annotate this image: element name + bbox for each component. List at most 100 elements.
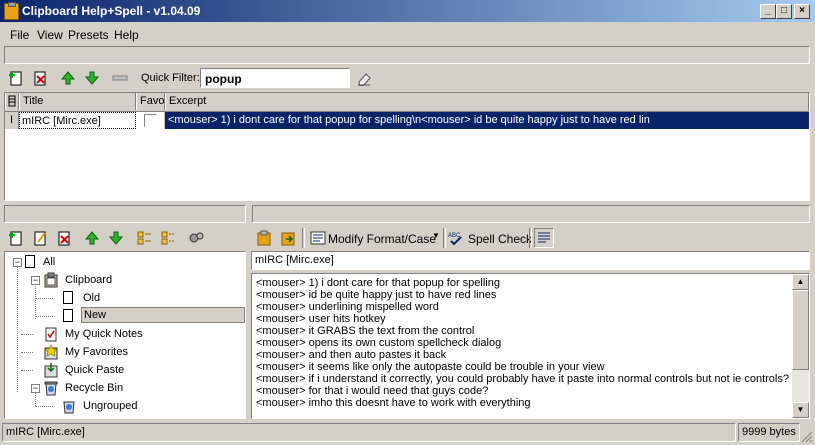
folder-down-icon[interactable] <box>108 230 124 246</box>
quick-filter-label: Quick Filter: <box>141 72 200 84</box>
left-info-strip <box>4 205 246 223</box>
expand-recycle-toggle[interactable]: − <box>31 384 40 393</box>
tree-label-all: All <box>43 256 56 268</box>
quick-filter-value: popup <box>205 72 242 86</box>
quick-filter-input[interactable]: popup <box>200 68 350 88</box>
status-pane-left: mIRC [Mirc.exe] <box>2 423 736 442</box>
spell-check-icon: ABC <box>448 233 462 246</box>
top-info-strip <box>4 46 810 64</box>
folder-tree: − All − Clipboard Old New My Quick Notes… <box>4 251 246 419</box>
clip-text-editor[interactable]: <mouser> 1) i dont care for that popup f… <box>251 273 810 419</box>
menu-help[interactable]: Help <box>114 28 139 42</box>
text-line: <mouser> it seems like only the autopast… <box>256 361 605 373</box>
page-icon <box>63 291 73 304</box>
column-header-favo[interactable]: Favo <box>136 93 165 110</box>
tree-label-clipboard: Clipboard <box>65 274 113 286</box>
tree-label-ungrouped: Ungrouped <box>83 400 138 412</box>
vertical-scrollbar[interactable]: ▲ ▼ <box>792 274 809 418</box>
text-line: <mouser> underlining mispelled word <box>256 301 439 313</box>
clip-title-input[interactable]: mIRC [Mirc.exe] <box>251 251 810 270</box>
scroll-up-arrow-icon[interactable]: ▲ <box>792 274 809 290</box>
top-toolbar: Quick Filter: popup <box>4 66 810 90</box>
dropdown-arrow-icon: ▼ <box>432 231 440 240</box>
quick-paste-icon <box>44 363 58 378</box>
spell-check-button[interactable]: ABC Spell Check <box>446 228 532 248</box>
menu-view[interactable]: View <box>37 28 63 42</box>
notes-icon <box>45 327 57 342</box>
eraser-icon[interactable] <box>356 70 372 86</box>
scroll-thumb[interactable] <box>792 290 809 370</box>
tree-toolbar <box>4 226 246 250</box>
row-title-cell: mIRC [Mirc.exe] <box>19 112 136 129</box>
row-favo-cell <box>136 112 165 129</box>
favorite-checkbox[interactable] <box>144 114 157 127</box>
clipboard-icon <box>44 272 58 288</box>
grid-header: Title Favo Excerpt <box>5 93 809 112</box>
column-header-title[interactable]: Title <box>19 93 136 110</box>
menu-file[interactable]: File <box>10 28 29 42</box>
folder-up-icon[interactable] <box>84 230 100 246</box>
expand-all-toggle[interactable]: − <box>13 258 22 267</box>
tree-label-new: New <box>81 307 245 323</box>
separator-icon[interactable] <box>112 70 128 86</box>
tree-item-new[interactable]: New <box>61 307 245 324</box>
text-line: <mouser> 1) i dont care for that popup f… <box>256 277 500 289</box>
clips-grid: Title Favo Excerpt I mIRC [Mirc.exe] <mo… <box>4 92 810 201</box>
text-line: <mouser> opens its own custom spellcheck… <box>256 337 502 349</box>
right-info-strip <box>252 205 810 223</box>
new-clip-icon[interactable] <box>8 70 24 86</box>
move-up-icon[interactable] <box>60 70 76 86</box>
paste-icon[interactable] <box>256 230 272 246</box>
status-pane-right: 9999 bytes <box>738 423 800 442</box>
editor-toolbar: Modify Format/Case ▼ ABC Spell Check <box>252 226 810 250</box>
text-line: <mouser> and then auto pastes it back <box>256 349 447 361</box>
title-bar: Clipboard Help+Spell - v1.04.09 _ □ × <box>0 0 815 22</box>
window-title: Clipboard Help+Spell - v1.04.09 <box>22 4 201 18</box>
format-icon <box>310 231 326 245</box>
text-line: <mouser> imho this doesnt have to work w… <box>256 397 531 409</box>
close-button[interactable]: × <box>794 4 810 19</box>
toolbar-divider <box>302 228 305 248</box>
collapse-all-icon[interactable] <box>160 230 176 246</box>
text-line: <mouser> user hits hotkey <box>256 313 386 325</box>
table-row[interactable]: I mIRC [Mirc.exe] <mouser> 1) i dont car… <box>5 112 809 129</box>
expand-clipboard-toggle[interactable]: − <box>31 276 40 285</box>
page-icon <box>63 309 73 322</box>
page-icon <box>25 255 35 268</box>
clip-title-value: mIRC [Mirc.exe] <box>255 254 334 266</box>
minimize-button[interactable]: _ <box>760 4 776 19</box>
word-wrap-toggle[interactable] <box>534 228 554 248</box>
menu-presets[interactable]: Presets <box>68 28 109 42</box>
text-line: <mouser> id be quite happy just to have … <box>256 289 497 301</box>
new-folder-icon[interactable] <box>8 230 24 246</box>
recycle-bin-icon <box>44 381 58 396</box>
modify-format-button[interactable]: Modify Format/Case ▼ <box>308 228 440 248</box>
maximize-button[interactable]: □ <box>776 4 792 19</box>
favorites-icon <box>44 344 58 360</box>
move-down-icon[interactable] <box>84 70 100 86</box>
toolbar-divider-3 <box>529 228 532 248</box>
options-gear-icon[interactable] <box>188 230 204 246</box>
edit-folder-icon[interactable] <box>32 230 48 246</box>
expand-all-icon[interactable] <box>136 230 152 246</box>
tree-label-old: Old <box>83 292 101 304</box>
ungrouped-icon <box>63 401 75 414</box>
paste-special-icon[interactable] <box>280 230 296 246</box>
text-line: <mouser> for that i would need that guys… <box>256 385 489 397</box>
delete-clip-icon[interactable] <box>32 70 48 86</box>
scroll-down-arrow-icon[interactable]: ▼ <box>792 402 809 418</box>
tree-label-notes: My Quick Notes <box>65 328 143 340</box>
row-marker: I <box>5 112 19 129</box>
delete-folder-icon[interactable] <box>56 230 72 246</box>
status-bar: mIRC [Mirc.exe] 9999 bytes <box>0 422 815 445</box>
resize-grip-icon[interactable] <box>801 431 813 443</box>
grid-corner[interactable] <box>5 93 19 110</box>
tree-label-favorites: My Favorites <box>65 346 128 358</box>
row-excerpt-cell: <mouser> 1) i dont care for that popup f… <box>165 112 809 129</box>
column-header-excerpt[interactable]: Excerpt <box>165 93 809 110</box>
tree-label-quick-paste: Quick Paste <box>65 364 125 376</box>
spell-check-label: Spell Check <box>468 232 533 246</box>
text-line: <mouser> it GRABS the text from the cont… <box>256 325 475 337</box>
clipboard-app-icon <box>4 2 19 20</box>
word-wrap-icon <box>538 232 550 243</box>
